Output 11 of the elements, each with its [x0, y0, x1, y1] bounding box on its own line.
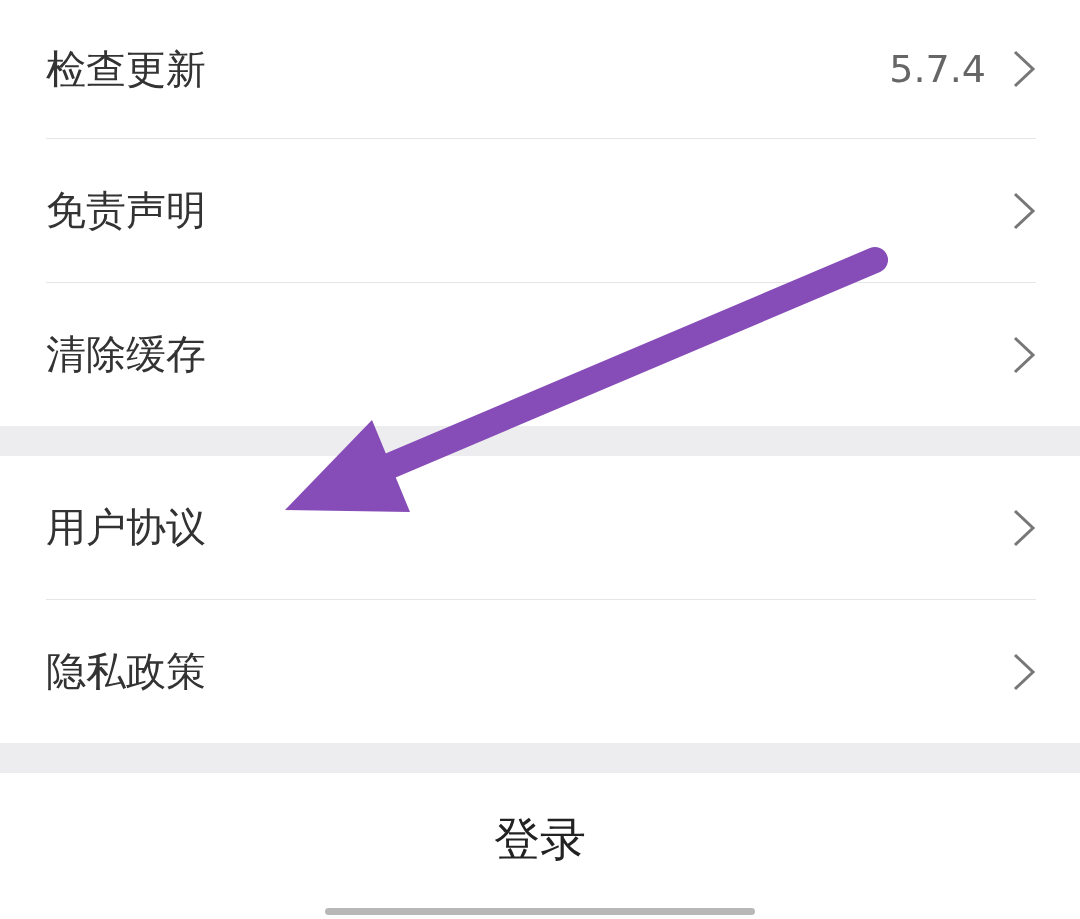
version-value: 5.7.4: [889, 47, 986, 91]
chevron-icon: [1012, 190, 1036, 231]
chevron-icon: [1012, 334, 1036, 375]
menu-item-label[interactable]: 免责声明: [46, 183, 1012, 238]
chevron-icon: [1012, 651, 1036, 692]
menu-item-label[interactable]: 检查更新: [46, 41, 890, 97]
chevron-icon: [1012, 507, 1036, 548]
menu-item-label[interactable]: 用户协议: [46, 500, 1012, 555]
chevron-icon: [1012, 49, 1036, 89]
menu-item-label[interactable]: 清除缓存: [46, 327, 1012, 382]
menu-item-label[interactable]: 隐私政策: [46, 644, 1012, 699]
